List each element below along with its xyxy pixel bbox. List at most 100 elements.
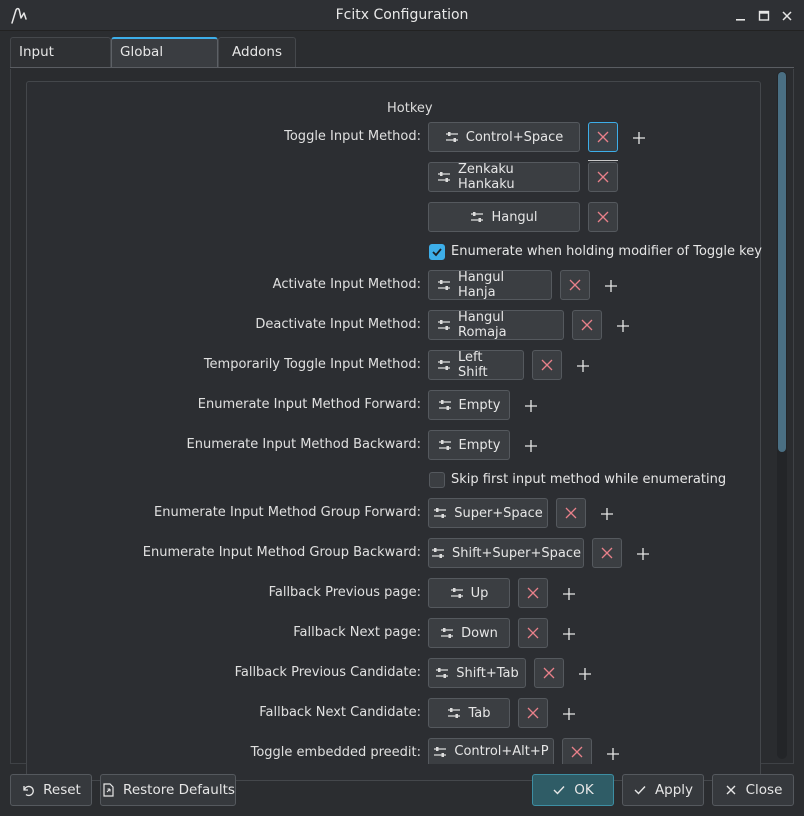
skip-first-label: Skip first input method while enumeratin…: [451, 472, 727, 487]
deactivate-label: Deactivate Input Method:: [255, 317, 421, 332]
add-key-icon[interactable]: [577, 666, 593, 682]
apply-label: Apply: [654, 782, 694, 798]
configure-icon: [445, 132, 458, 142]
checkmark-icon: [553, 786, 565, 795]
key-button[interactable]: Control+Space: [428, 122, 580, 152]
clear-icon: [597, 171, 609, 183]
key-label: Up: [470, 585, 489, 601]
skip-first-checkbox[interactable]: [429, 472, 445, 488]
key-label: Shift+Tab: [456, 665, 519, 681]
key-button[interactable]: Hangul Romaja: [428, 310, 564, 340]
close-icon[interactable]: [778, 7, 796, 25]
ok-button[interactable]: OK: [532, 774, 614, 806]
clear-icon: [597, 131, 609, 143]
key-button[interactable]: Hangul: [428, 202, 580, 232]
group-forward-label: Enumerate Input Method Group Forward:: [154, 505, 421, 520]
clear-key-button[interactable]: [560, 270, 590, 300]
key-button[interactable]: Zenkaku Hankaku: [428, 162, 580, 192]
key-button[interactable]: Super+Space: [428, 498, 548, 528]
add-key-icon[interactable]: [603, 278, 619, 294]
key-button[interactable]: Up: [428, 578, 510, 608]
vertical-scrollbar[interactable]: [777, 71, 787, 759]
key-button[interactable]: Control+Alt+P: [428, 738, 554, 764]
add-key-icon[interactable]: [599, 506, 615, 522]
add-key-icon[interactable]: [615, 318, 631, 334]
key-button[interactable]: Empty: [428, 430, 510, 460]
add-key-icon[interactable]: [523, 438, 539, 454]
enumerate-modifier-checkbox[interactable]: [429, 244, 445, 260]
clear-icon: [565, 507, 577, 519]
add-key-icon[interactable]: [575, 358, 591, 374]
configure-icon: [434, 746, 447, 757]
key-button[interactable]: Down: [428, 618, 510, 648]
ok-label: OK: [574, 782, 594, 798]
tab-addons[interactable]: Addons: [218, 37, 296, 68]
clear-key-button[interactable]: [588, 122, 618, 152]
add-key-icon[interactable]: [605, 746, 621, 762]
clear-key-button[interactable]: [572, 310, 602, 340]
reset-label: Reset: [43, 782, 81, 798]
scrollbar-thumb[interactable]: [778, 72, 786, 452]
configure-icon: [441, 628, 454, 638]
clear-key-button[interactable]: [592, 538, 622, 568]
fallback-prev-page-label: Fallback Previous page:: [268, 585, 421, 600]
clear-icon: [581, 319, 593, 331]
key-button[interactable]: Shift+Super+Space: [428, 538, 584, 568]
restore-defaults-button[interactable]: Restore Defaults: [100, 774, 236, 806]
temp-toggle-label: Temporarily Toggle Input Method:: [203, 357, 421, 372]
clear-icon: [597, 211, 609, 223]
clear-icon: [569, 279, 581, 291]
add-key-icon[interactable]: [561, 626, 577, 642]
key-button[interactable]: Tab: [428, 698, 510, 728]
focus-underline: [588, 160, 618, 161]
key-button[interactable]: Hangul Hanja: [428, 270, 552, 300]
clear-key-button[interactable]: [532, 350, 562, 380]
clear-key-button[interactable]: [556, 498, 586, 528]
maximize-icon[interactable]: [755, 7, 773, 25]
configure-icon: [434, 508, 447, 518]
apply-button[interactable]: Apply: [622, 774, 704, 806]
restore-defaults-label: Restore Defaults: [123, 782, 235, 798]
configure-icon: [438, 400, 451, 410]
clear-icon: [527, 627, 539, 639]
key-label: Control+Space: [465, 129, 564, 145]
key-label: Hangul Romaja: [458, 310, 507, 340]
key-label: Hangul: [491, 209, 538, 225]
clear-key-button[interactable]: [518, 578, 548, 608]
configure-icon: [438, 440, 451, 450]
add-key-icon[interactable]: [561, 586, 577, 602]
toggle-preedit-label: Toggle embedded preedit:: [250, 745, 421, 760]
activate-label: Activate Input Method:: [272, 277, 421, 292]
key-button[interactable]: Left Shift: [428, 350, 524, 380]
document-revert-icon: [103, 783, 114, 797]
add-key-icon[interactable]: [635, 546, 651, 562]
key-label: Hangul Hanja: [458, 270, 505, 300]
key-button[interactable]: Empty: [428, 390, 510, 420]
reset-button[interactable]: Reset: [10, 774, 92, 806]
tab-divider: [10, 67, 794, 68]
clear-key-button[interactable]: [534, 658, 564, 688]
configure-icon: [436, 668, 449, 678]
configure-icon: [431, 548, 444, 558]
title-bar: Fcitx Configuration: [0, 0, 804, 31]
clear-key-button[interactable]: [562, 738, 592, 764]
configure-icon: [471, 212, 484, 222]
tab-global-options[interactable]: Global Options: [111, 37, 218, 87]
key-label: Down: [461, 625, 498, 641]
add-key-icon[interactable]: [631, 130, 647, 146]
key-button[interactable]: Shift+Tab: [428, 658, 526, 688]
clear-key-button[interactable]: [518, 698, 548, 728]
close-button[interactable]: Close: [712, 774, 794, 806]
clear-key-button[interactable]: [588, 202, 618, 232]
clear-key-button[interactable]: [588, 162, 618, 192]
group-title: Hotkey: [387, 101, 433, 116]
minimize-icon[interactable]: [731, 7, 749, 25]
group-backward-label: Enumerate Input Method Group Backward:: [142, 545, 421, 560]
clear-key-button[interactable]: [518, 618, 548, 648]
settings-panel: Hotkey: [10, 69, 794, 781]
key-label: Tab: [468, 705, 491, 721]
configure-icon: [438, 280, 450, 290]
tab-input-method[interactable]: Input Method: [10, 37, 111, 89]
add-key-icon[interactable]: [523, 398, 539, 414]
add-key-icon[interactable]: [561, 706, 577, 722]
